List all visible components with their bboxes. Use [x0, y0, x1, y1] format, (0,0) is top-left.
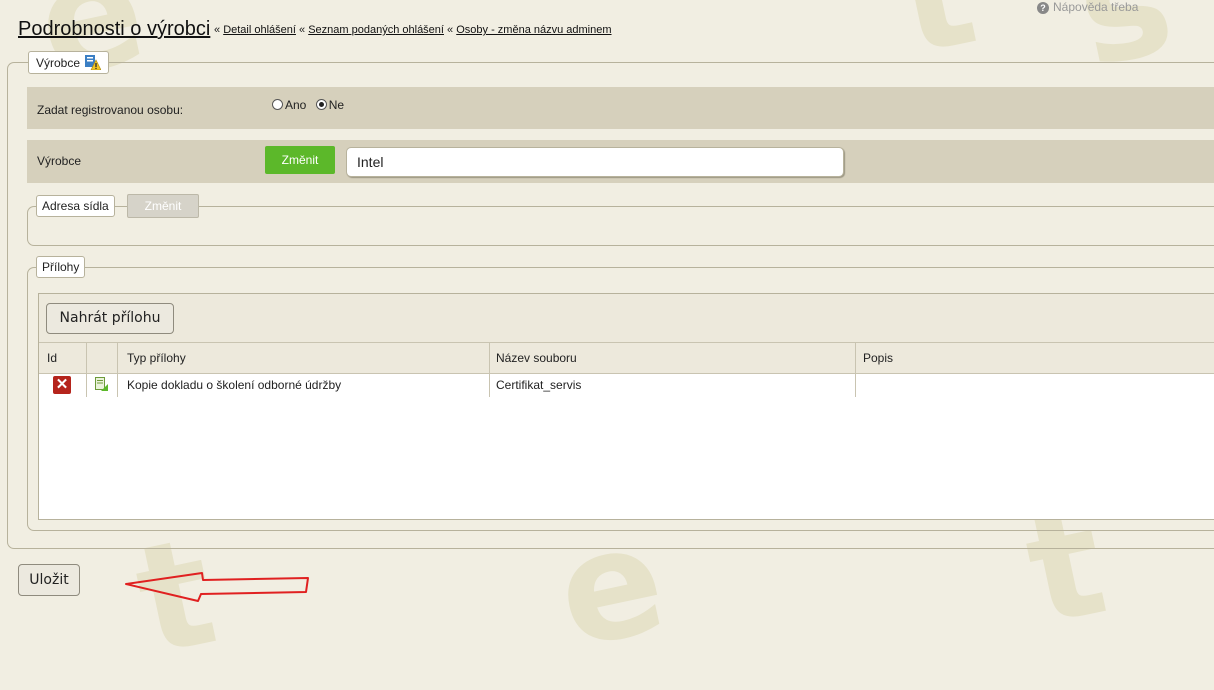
- breadcrumb-separator: «: [214, 24, 221, 36]
- breadcrumb-separator: «: [299, 24, 306, 36]
- attachments-legend: Přílohy: [36, 256, 86, 278]
- address-legend: Adresa sídla: [36, 195, 115, 217]
- vyrobce-legend: Výrobce: [28, 51, 110, 74]
- manufacturer-label: Výrobce: [37, 154, 82, 168]
- red-arrow-annotation: [125, 572, 309, 602]
- breadcrumb: « Detail ohlášení « Seznam podaných ohlá…: [214, 24, 612, 36]
- breadcrumb-link-persons[interactable]: Osoby - změna názvu adminem: [456, 24, 611, 36]
- attachments-legend-label: Přílohy: [42, 260, 80, 274]
- radio-yes[interactable]: Ano: [272, 98, 306, 112]
- help-icon: ?: [1037, 1, 1049, 14]
- address-legend-label: Adresa sídla: [42, 199, 109, 213]
- breadcrumb-link-list[interactable]: Seznam podaných ohlášení: [308, 24, 444, 36]
- radio-no[interactable]: Ne: [315, 98, 344, 112]
- radio-yes-label[interactable]: Ano: [285, 98, 306, 112]
- help-label: Nápověda třeba: [1053, 0, 1139, 14]
- column-header-filename[interactable]: Název souboru: [496, 351, 577, 365]
- vyrobce-legend-label: Výrobce: [36, 56, 81, 70]
- register-label: Zadat registrovanou osobu:: [37, 103, 184, 117]
- address-fieldset: [27, 206, 1214, 246]
- radio-yes-circle[interactable]: [272, 99, 283, 110]
- help-link[interactable]: ? Nápověda třeba: [1037, 0, 1138, 14]
- column-header-id[interactable]: Id: [47, 351, 57, 365]
- document-icon[interactable]: [95, 377, 108, 391]
- change-address-button[interactable]: Změnit: [127, 194, 199, 218]
- change-manufacturer-button[interactable]: Změnit: [265, 146, 335, 174]
- column-header-description[interactable]: Popis: [863, 351, 893, 365]
- radio-no-circle[interactable]: [315, 99, 327, 110]
- page-title[interactable]: Podrobnosti o výrobci: [18, 18, 210, 41]
- register-radio-group: Ano Ne: [272, 98, 344, 112]
- radio-no-label[interactable]: Ne: [329, 98, 344, 112]
- upload-attachment-button[interactable]: Nahrát přílohu: [46, 303, 174, 334]
- cell-type: Kopie dokladu o školení odborné údržby: [127, 378, 342, 392]
- column-header-type[interactable]: Typ přílohy: [127, 351, 186, 365]
- register-row: [27, 87, 1214, 129]
- vyrobce-info-icon[interactable]: [85, 55, 102, 71]
- cell-filename[interactable]: Certifikat_servis: [496, 378, 581, 392]
- save-button[interactable]: Uložit: [18, 564, 80, 596]
- attachments-toolbar: [39, 294, 1214, 342]
- breadcrumb-separator: «: [447, 24, 454, 36]
- attachments-table-header: [39, 342, 1214, 374]
- manufacturer-input[interactable]: Intel: [346, 147, 844, 177]
- delete-icon[interactable]: ✕: [53, 376, 71, 394]
- breadcrumb-link-detail[interactable]: Detail ohlášení: [223, 24, 296, 36]
